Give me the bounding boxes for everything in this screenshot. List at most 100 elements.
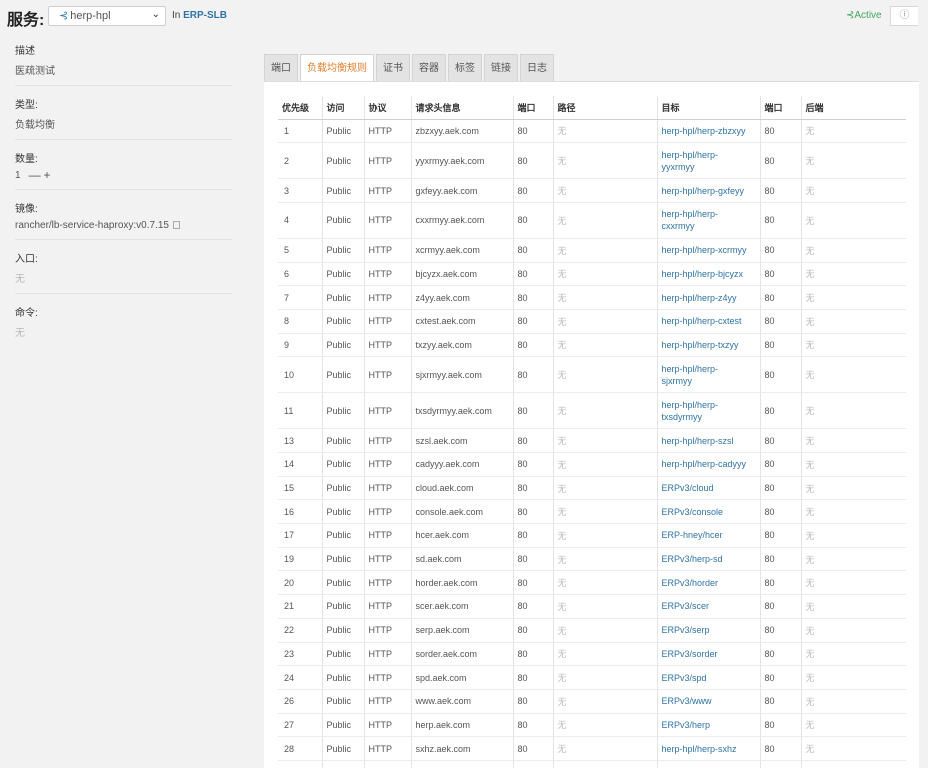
cell-path: 无 [553, 285, 658, 310]
cell-access: Public [322, 760, 365, 768]
cell-target[interactable]: herp-hpl/herp-gxfeyy [657, 178, 761, 203]
cell-target[interactable]: herp-hpl/herp-cxtest [657, 309, 761, 334]
cell-protocol: HTTP [364, 309, 412, 334]
cell-backend: 无 [801, 594, 906, 619]
stack-link[interactable]: In ERP-SLB [172, 10, 227, 21]
cell-target[interactable]: ERPv3/herp-sd [657, 547, 761, 572]
cell-priority: 23 [278, 642, 323, 667]
cell-access: Public [322, 570, 365, 596]
cell-target[interactable]: herp-hpl/herp-cadyyy [657, 452, 761, 477]
cell-target[interactable]: herp-hpl/herp-txzyy [657, 333, 761, 358]
cell-target[interactable]: ERPv3/cloud [657, 476, 761, 501]
cell-priority: 7 [278, 285, 323, 310]
stack-name[interactable]: ERP-SLB [183, 10, 227, 21]
tab-logs[interactable]: 日志 [520, 54, 554, 82]
cell-target[interactable]: ERPv3/horder [657, 570, 761, 596]
cell-path: 无 [553, 523, 658, 548]
table-row: 4 Public HTTP cxxrmyy.aek.com 80 无 herp-hpl/he… [278, 202, 906, 239]
cell-priority: 11 [278, 392, 323, 430]
cell-source-port: 80 [513, 142, 554, 180]
cell-target[interactable]: herp-hpl/herp-yyxrmyy [657, 142, 761, 180]
cell-protocol: HTTP [364, 238, 412, 263]
service-select[interactable]: ⊰ herp-hpl ⌄ [48, 6, 166, 26]
table-row: 2 Public HTTP yyxrmyy.aek.com 80 无 herp-hpl/he… [278, 142, 906, 180]
tab-labels[interactable]: 标签 [448, 54, 482, 82]
cell-target[interactable]: ERPv3/serp [657, 618, 761, 643]
tab-balancer-rules[interactable]: 负载均衡规则 [300, 54, 374, 82]
cell-target-port: 80 [760, 665, 802, 690]
cell-target[interactable]: herp-hpl/herp-xcrmyy [657, 238, 761, 263]
type-field: 类型: 负载均衡 [15, 86, 232, 140]
col-source-port: 端口 [513, 96, 554, 120]
cell-host-header: cadyyy.aek.com [411, 452, 514, 477]
cell-target[interactable]: herp-hpl/herp-jsxdyrmyy [657, 760, 761, 768]
col-backend: 后端 [801, 96, 906, 120]
cell-access: Public [322, 392, 365, 430]
rules-body: 1 Public HTTP zbzxyy.aek.com 80 无 herp-hpl/her… [278, 119, 906, 768]
cell-protocol: HTTP [364, 119, 412, 144]
description-field: 描述 医疏测试 [15, 38, 232, 86]
col-priority: 优先级 [278, 96, 323, 120]
cell-access: Public [322, 309, 365, 334]
increase-scale-button[interactable]: + [42, 169, 53, 181]
cell-backend: 无 [801, 736, 906, 761]
cell-backend: 无 [801, 428, 906, 453]
cell-protocol: HTTP [364, 178, 412, 203]
cell-backend: 无 [801, 618, 906, 643]
cell-host-header: szsl.aek.com [411, 428, 514, 453]
cell-target[interactable]: ERPv3/herp [657, 713, 761, 738]
balancer-rules-table: 优先级 访问 协议 请求头信息 端口 路径 目标 端口 后端 1 Public HT… [278, 96, 906, 768]
cell-protocol: HTTP [364, 570, 412, 596]
cell-target[interactable]: herp-hpl/herp-sjxrmyy [657, 356, 761, 394]
cell-priority: 28 [278, 736, 323, 761]
cell-protocol: HTTP [364, 476, 412, 501]
scale-field: 数量: 1 — + [15, 140, 232, 190]
col-target: 目标 [657, 96, 761, 120]
cell-target[interactable]: ERPv3/console [657, 499, 761, 525]
info-icon[interactable]: ⓘ [890, 6, 918, 26]
cell-source-port: 80 [513, 476, 554, 501]
decrease-scale-button[interactable]: — [29, 169, 41, 181]
cell-host-header: www.aek.com [411, 689, 514, 714]
tab-certificates[interactable]: 证书 [376, 54, 410, 82]
cell-backend: 无 [801, 523, 906, 548]
cell-target-port: 80 [760, 333, 802, 358]
cell-target[interactable]: ERPv3/scer [657, 594, 761, 619]
cell-target[interactable]: ERPv3/sorder [657, 642, 761, 667]
cell-backend: 无 [801, 452, 906, 477]
cell-host-header: cloud.aek.com [411, 476, 514, 501]
cell-target[interactable]: ERP-hney/hcer [657, 523, 761, 548]
cell-target[interactable]: herp-hpl/herp-z4yy [657, 285, 761, 310]
cell-priority: 27 [278, 713, 323, 738]
cell-target[interactable]: ERPv3/www [657, 689, 761, 714]
cell-target[interactable]: ERPv3/spd [657, 665, 761, 690]
cell-target[interactable]: herp-hpl/herp-txsdyrmyy [657, 392, 761, 430]
cell-backend: 无 [801, 570, 906, 596]
table-row: 28 Public HTTP sxhz.aek.com 80 无 herp-hpl/herp… [278, 736, 906, 761]
cell-source-port: 80 [513, 119, 554, 144]
copy-icon[interactable] [172, 221, 180, 229]
cell-backend: 无 [801, 238, 906, 263]
table-row: 11 Public HTTP txsdyrmyy.aek.com 80 无 herp-hpl… [278, 392, 906, 430]
tab-ports[interactable]: 端口 [264, 54, 298, 82]
cell-target[interactable]: herp-hpl/herp-cxxrmyy [657, 202, 761, 239]
cell-backend: 无 [801, 309, 906, 334]
entrypoint-label: 入口: [15, 254, 38, 265]
cell-protocol: HTTP [364, 499, 412, 525]
cell-priority: 9 [278, 333, 323, 358]
cell-source-port: 80 [513, 309, 554, 334]
cell-target[interactable]: herp-hpl/herp-zbzxyy [657, 119, 761, 144]
tab-containers[interactable]: 容器 [412, 54, 446, 82]
entrypoint-value: 无 [15, 274, 25, 285]
cell-target-port: 80 [760, 238, 802, 263]
cell-access: Public [322, 238, 365, 263]
cell-access: Public [322, 689, 365, 714]
table-row: 23 Public HTTP sorder.aek.com 80 无 ERPv3/sorde… [278, 642, 906, 667]
cell-backend: 无 [801, 142, 906, 180]
cell-target[interactable]: herp-hpl/herp-sxhz [657, 736, 761, 761]
command-field: 命令: 无 [15, 294, 232, 347]
tab-links[interactable]: 链接 [484, 54, 518, 82]
cell-target[interactable]: herp-hpl/herp-szsl [657, 428, 761, 453]
cell-priority: 24 [278, 665, 323, 690]
cell-target[interactable]: herp-hpl/herp-bjcyzx [657, 262, 761, 287]
